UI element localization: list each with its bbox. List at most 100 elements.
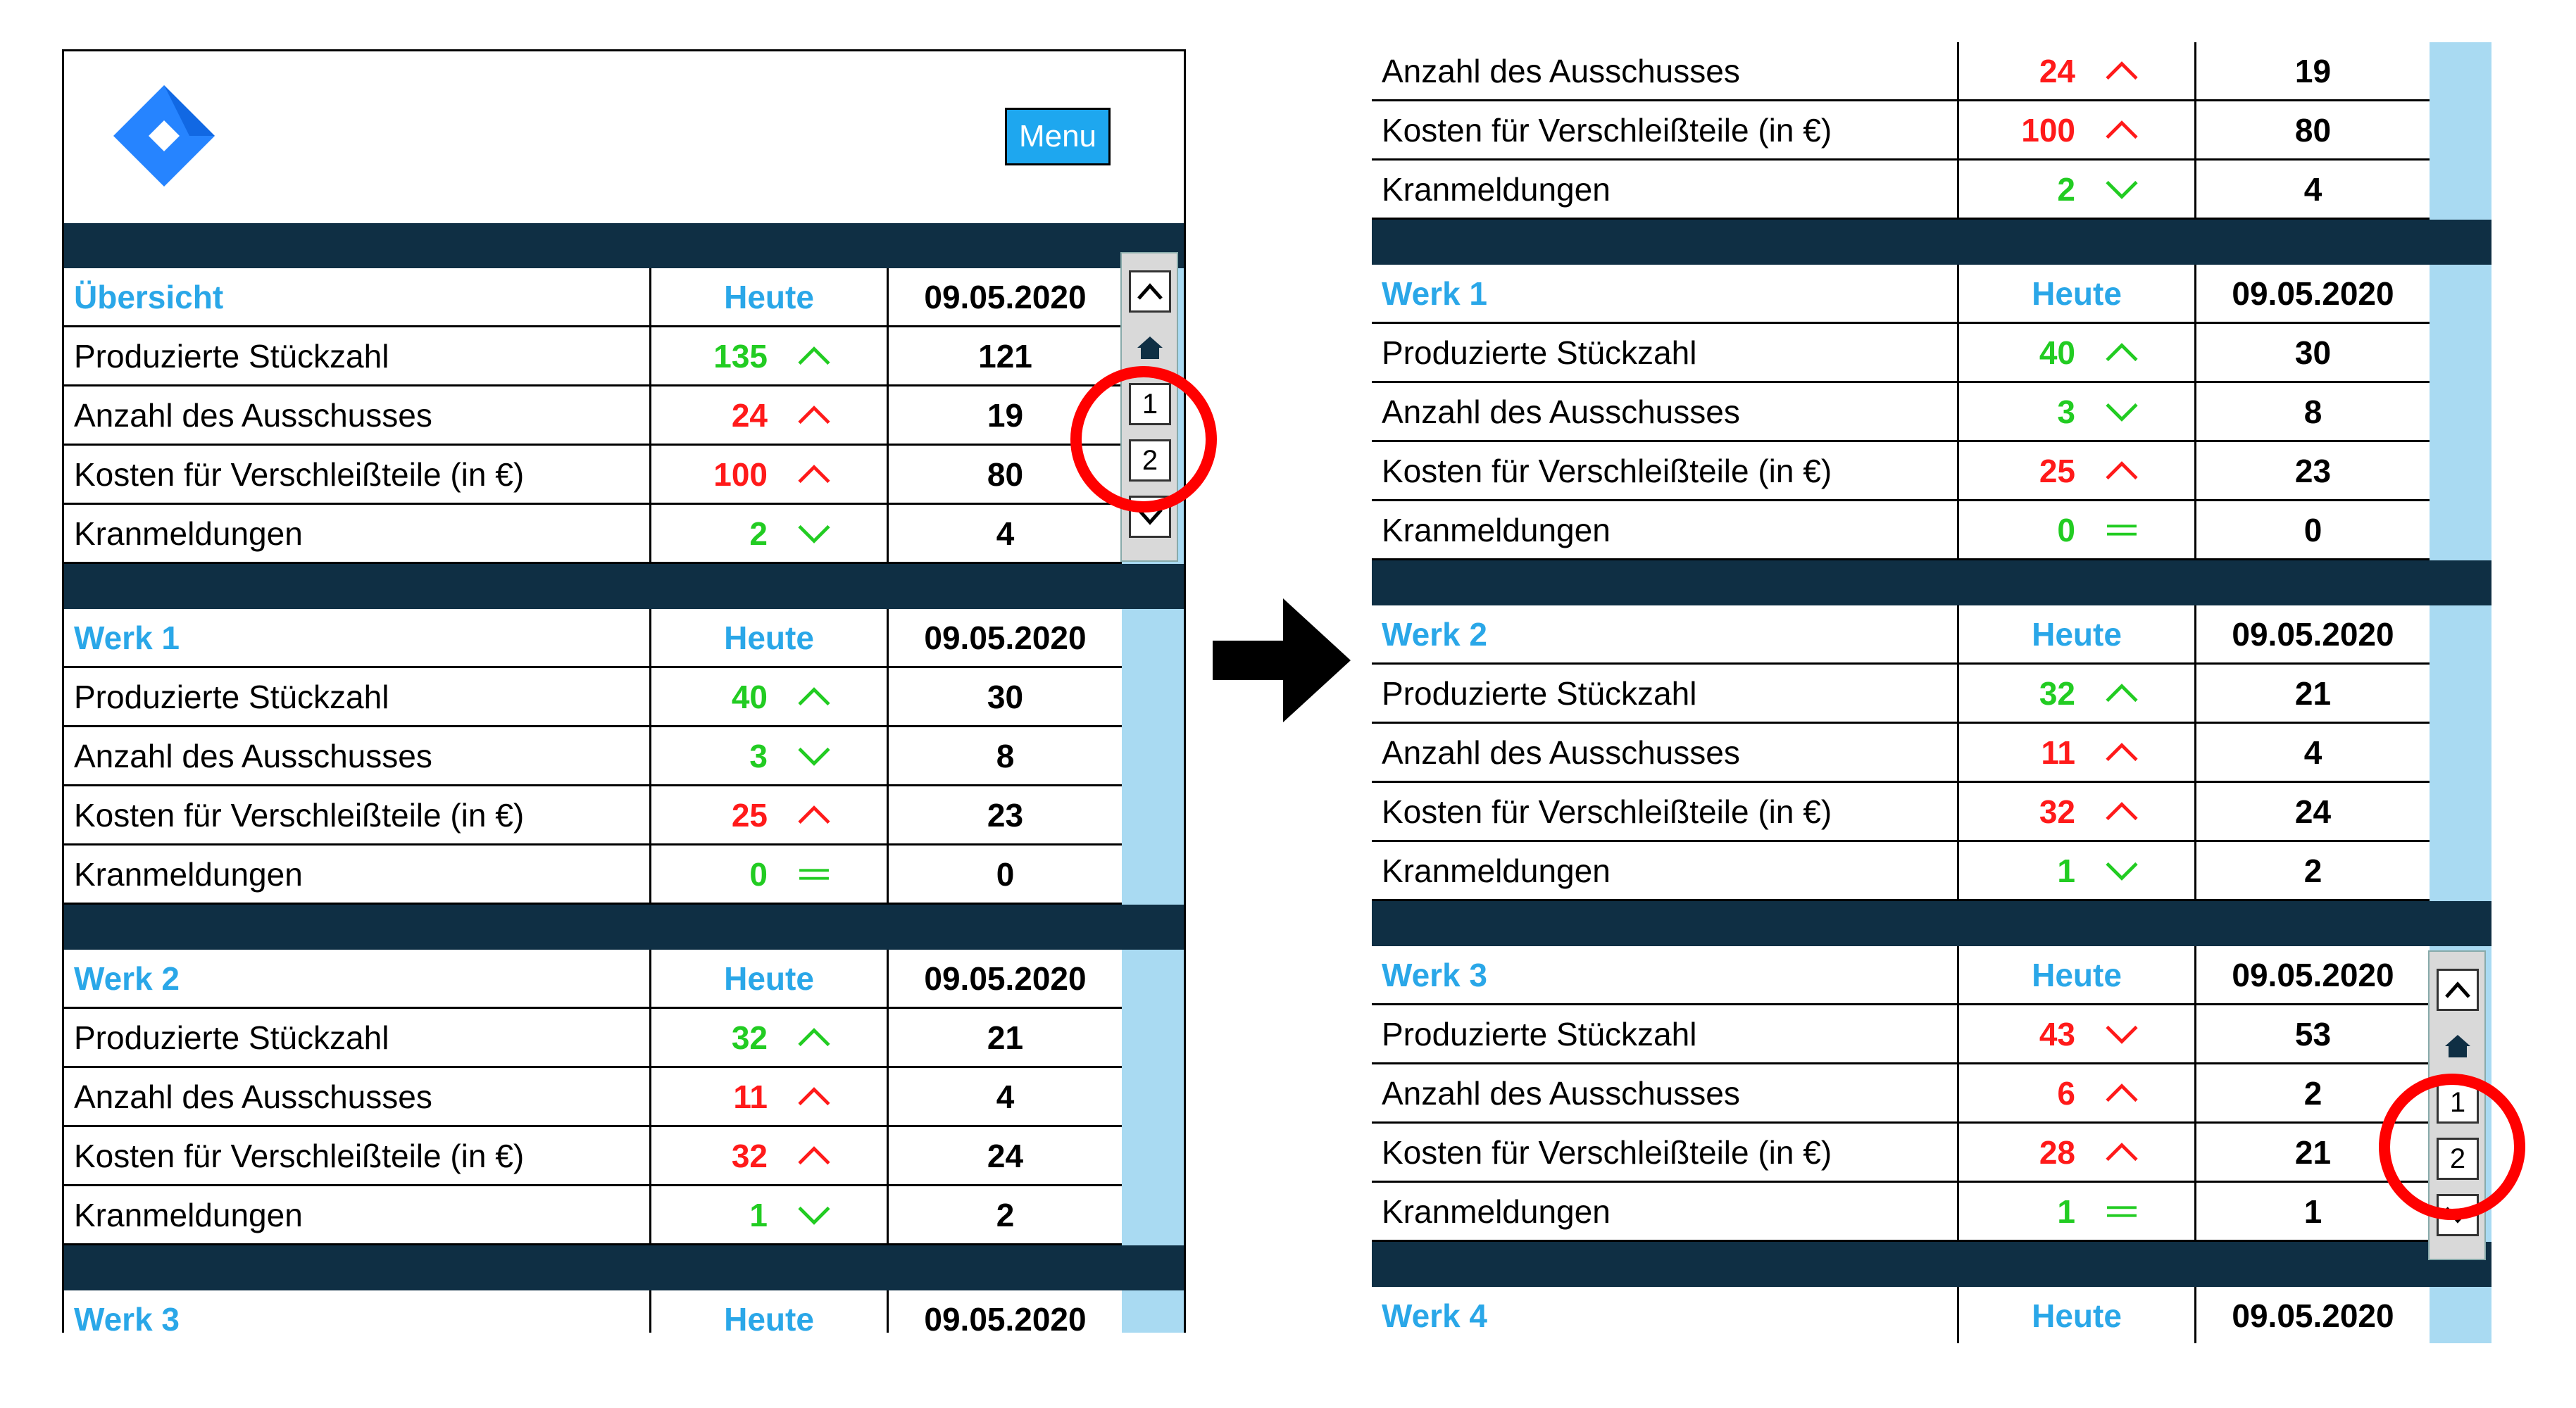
kpi-today: 40 — [1959, 324, 2196, 381]
kpi-today-value: 11 — [733, 1078, 768, 1115]
table-row: Kosten für Verschleißteile (in €) 100 80 — [1372, 101, 2430, 161]
table-row: Kranmeldungen 2 4 — [64, 505, 1122, 564]
kpi-label: Anzahl des Ausschusses — [1372, 383, 1959, 440]
section-title: Werk 3 — [64, 1290, 651, 1333]
scroll-up-button[interactable] — [1129, 270, 1171, 313]
section-divider — [64, 1245, 1184, 1290]
kpi-label: Produzierte Stückzahl — [64, 1009, 651, 1066]
table-row: Produzierte Stückzahl 40 30 — [64, 668, 1122, 727]
kpi-label: Anzahl des Ausschusses — [64, 1068, 651, 1125]
column-today-label: Heute — [1959, 605, 2196, 662]
trend-up-icon — [798, 1086, 830, 1105]
trend-up-icon — [798, 464, 830, 483]
kpi-label: Produzierte Stückzahl — [1372, 665, 1959, 722]
chevron-up-icon — [2445, 981, 2470, 998]
table-row: Kosten für Verschleißteile (in €) 28 21 — [1372, 1124, 2430, 1183]
kpi-previous-value: 21 — [2294, 674, 2332, 712]
trend-down-icon — [2106, 1025, 2138, 1044]
section-title: Werk 2 — [64, 950, 651, 1007]
trend-up-icon — [2106, 342, 2138, 361]
kpi-label: Kosten für Verschleißteile (in €) — [64, 446, 651, 503]
kpi-today-value: 24 — [2039, 52, 2075, 89]
trend-down-icon — [2106, 403, 2138, 422]
kpi-today-value: 2 — [749, 515, 768, 552]
section-header-werk3: Werk 3 Heute 09.05.2020 — [1372, 946, 2430, 1005]
kpi-previous-value: 30 — [2294, 334, 2332, 371]
kpi-previous-value: 30 — [987, 678, 1024, 715]
trend-down-icon — [798, 1206, 830, 1225]
kpi-previous-value: 24 — [987, 1137, 1024, 1174]
kpi-label: Kranmeldungen — [1372, 1183, 1959, 1240]
kpi-today: 0 — [1959, 501, 2196, 558]
kpi-label: Produzierte Stückzahl — [64, 327, 651, 384]
kpi-label: Kranmeldungen — [64, 846, 651, 903]
trend-up-icon — [2106, 1142, 2138, 1161]
column-today-label: Heute — [651, 1290, 889, 1333]
trend-up-icon — [798, 405, 830, 424]
kpi-today-value: 40 — [731, 678, 768, 715]
kpi-today: 135 — [651, 327, 889, 384]
kpi-previous-value: 24 — [2294, 793, 2332, 830]
section-header-werk3: Werk 3 Heute 09.05.2020 — [64, 1290, 1122, 1333]
kpi-today: 11 — [651, 1068, 889, 1125]
jira-logo-icon — [113, 85, 215, 187]
table-row: Anzahl des Ausschusses 24 19 — [1372, 42, 2430, 101]
kpi-previous-value: 2 — [2303, 852, 2322, 889]
kpi-today-value: 3 — [2057, 393, 2075, 430]
kpi-label: Kranmeldungen — [1372, 501, 1959, 558]
trend-down-icon — [2106, 180, 2138, 199]
arrow-right-icon — [1213, 598, 1351, 722]
kpi-today-value: 25 — [2039, 452, 2075, 489]
kpi-today: 100 — [1959, 101, 2196, 158]
kpi-previous-value: 53 — [2294, 1015, 2332, 1052]
trend-up-icon — [798, 346, 830, 365]
kpi-today: 43 — [1959, 1005, 2196, 1062]
kpi-previous-value: 2 — [996, 1196, 1015, 1233]
column-today-label: Heute — [651, 268, 889, 325]
kpi-previous-value: 80 — [2294, 111, 2332, 149]
kpi-label: Anzahl des Ausschusses — [1372, 1064, 1959, 1121]
table-row: Anzahl des Ausschusses 24 19 — [64, 386, 1122, 446]
menu-button[interactable]: Menu — [1005, 108, 1111, 165]
kpi-today: 24 — [651, 386, 889, 444]
trend-equal-icon — [2107, 1205, 2137, 1217]
section-title: Werk 3 — [1372, 946, 1959, 1003]
trend-up-icon — [2106, 801, 2138, 820]
right-phone-screen: Anzahl des Ausschusses 24 19 Kosten für Ver… — [1372, 42, 2491, 1343]
kpi-label: Anzahl des Ausschusses — [1372, 724, 1959, 781]
trend-equal-icon — [2107, 524, 2137, 536]
section-header-werk2: Werk 2 Heute 09.05.2020 — [64, 950, 1122, 1009]
trend-up-icon — [2106, 460, 2138, 479]
table-row: Kosten für Verschleißteile (in €) 25 23 — [64, 786, 1122, 846]
table-row: Anzahl des Ausschusses 11 4 — [64, 1068, 1122, 1127]
kpi-label: Kranmeldungen — [1372, 161, 1959, 218]
home-button[interactable] — [1129, 327, 1171, 369]
kpi-label: Kosten für Verschleißteile (in €) — [1372, 783, 1959, 840]
kpi-previous-value: 0 — [996, 855, 1015, 893]
table-row: Produzierte Stückzahl 32 21 — [64, 1009, 1122, 1068]
table-row: Kranmeldungen 1 1 — [1372, 1183, 2430, 1242]
section-divider — [1372, 560, 2491, 605]
scroll-up-button[interactable] — [2437, 969, 2479, 1011]
kpi-today-value: 2 — [2057, 170, 2075, 208]
kpi-today: 100 — [651, 446, 889, 503]
kpi-previous-value: 23 — [987, 796, 1024, 834]
section-header-werk1: Werk 1 Heute 09.05.2020 — [1372, 265, 2430, 324]
column-date-label: 09.05.2020 — [2232, 1297, 2394, 1334]
home-icon — [1137, 337, 1163, 359]
section-divider — [64, 564, 1184, 609]
kpi-today: 40 — [651, 668, 889, 725]
highlight-circle-right — [2379, 1074, 2525, 1220]
kpi-today-value: 1 — [749, 1196, 768, 1233]
column-today-label: Heute — [1959, 1287, 2196, 1343]
trend-down-icon — [798, 747, 830, 766]
kpi-previous-value: 4 — [2303, 170, 2322, 208]
kpi-today: 3 — [651, 727, 889, 784]
kpi-previous-value: 4 — [996, 515, 1015, 552]
kpi-label: Kosten für Verschleißteile (in €) — [64, 1127, 651, 1184]
kpi-label: Kosten für Verschleißteile (in €) — [64, 786, 651, 843]
kpi-label: Anzahl des Ausschusses — [1372, 42, 1959, 99]
column-today-label: Heute — [651, 950, 889, 1007]
home-button[interactable] — [2437, 1025, 2479, 1067]
kpi-today: 25 — [1959, 442, 2196, 499]
